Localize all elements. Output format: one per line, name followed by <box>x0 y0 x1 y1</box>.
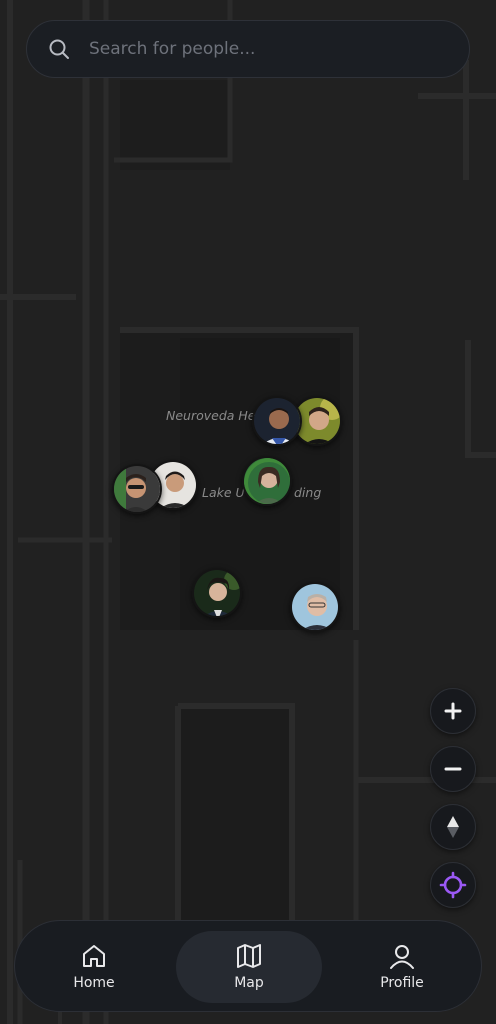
nav-home-label: Home <box>73 975 115 991</box>
compass-button[interactable] <box>430 804 476 850</box>
map-label-building-2-suffix: ding <box>294 485 322 500</box>
zoom-in-button[interactable] <box>430 688 476 734</box>
bottom-nav: Home Map Profile <box>14 920 482 1012</box>
locate-button[interactable] <box>430 862 476 908</box>
map-label-building-1: Neuroveda He <box>166 408 256 423</box>
locate-icon <box>439 871 467 899</box>
nav-map[interactable]: Map <box>176 931 322 1003</box>
map-roads <box>0 0 496 1024</box>
nav-map-label: Map <box>234 975 264 991</box>
minus-icon <box>443 759 463 779</box>
zoom-out-button[interactable] <box>430 746 476 792</box>
nav-profile[interactable]: Profile <box>329 931 475 1003</box>
nav-home[interactable]: Home <box>21 931 167 1003</box>
search-icon <box>47 37 71 61</box>
map-screen: Neuroveda He Lake U ding Search for peop… <box>0 0 496 1024</box>
avatar-person-3[interactable] <box>242 456 292 506</box>
home-icon <box>81 943 107 969</box>
search-bar[interactable] <box>26 20 470 78</box>
map-icon <box>236 943 262 969</box>
compass-icon <box>443 814 463 840</box>
profile-icon <box>389 943 415 969</box>
avatar-person-7[interactable] <box>290 582 340 632</box>
plus-icon <box>443 701 463 721</box>
nav-profile-label: Profile <box>380 975 424 991</box>
map-canvas[interactable] <box>0 0 496 1024</box>
map-label-building-2: Lake U <box>202 485 245 500</box>
avatar-person-1[interactable] <box>252 396 302 446</box>
search-input[interactable] <box>87 38 431 60</box>
avatar-person-4[interactable] <box>112 464 162 514</box>
avatar-person-6[interactable] <box>192 568 242 618</box>
